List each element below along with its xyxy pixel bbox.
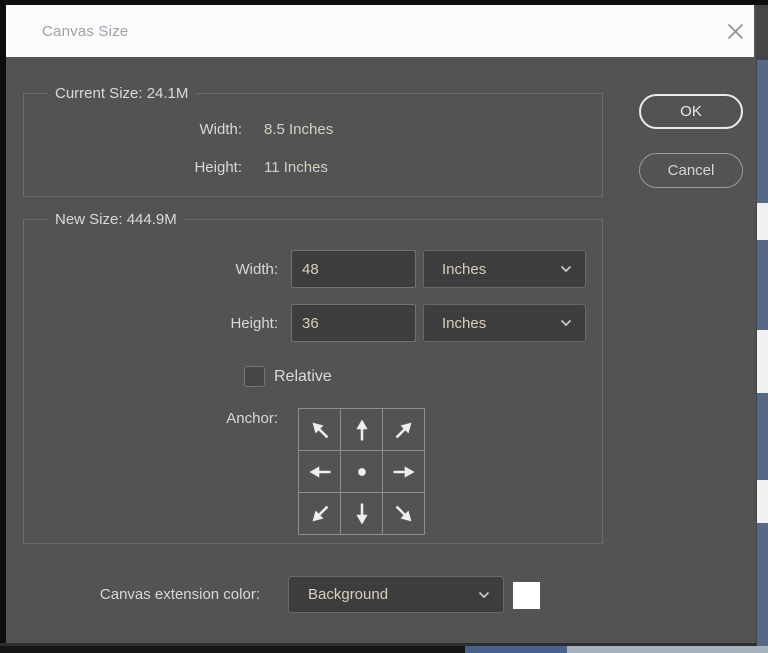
- window-frame-left: [0, 5, 6, 643]
- dialog-title: Canvas Size: [42, 23, 128, 40]
- current-width-value: 8.5 Inches: [264, 121, 333, 138]
- new-height-label: Height:: [24, 315, 278, 332]
- anchor-cell-right[interactable]: [383, 451, 425, 493]
- height-unit-select[interactable]: Inches: [423, 304, 586, 342]
- backdrop-segment: [756, 203, 768, 240]
- backdrop-segment: [756, 240, 768, 330]
- relative-label: Relative: [274, 368, 332, 386]
- background-app-bottom-strip: [0, 646, 768, 653]
- close-button[interactable]: [718, 14, 752, 48]
- arrow-left-icon: [306, 458, 334, 486]
- new-size-legend: New Size: 444.9M: [48, 211, 184, 228]
- chevron-down-icon: [560, 265, 572, 273]
- canvas-extension-color-select[interactable]: Background: [288, 576, 504, 613]
- current-size-legend: Current Size: 24.1M: [48, 85, 195, 102]
- current-width-label: Width:: [24, 121, 242, 138]
- canvas-extension-color-label: Canvas extension color:: [0, 586, 260, 603]
- height-unit-value: Inches: [442, 315, 486, 332]
- anchor-cell-down-right[interactable]: [383, 493, 425, 535]
- close-icon: [727, 23, 744, 40]
- current-height-value: 11 Inches: [264, 159, 328, 176]
- backdrop-segment: [756, 0, 768, 60]
- canvas-extension-color-value: Background: [308, 586, 388, 603]
- anchor-cell-left[interactable]: [299, 451, 341, 493]
- current-height-label: Height:: [24, 159, 242, 176]
- anchor-grid: [298, 408, 425, 535]
- background-app-sliver: [756, 0, 768, 653]
- canvas-size-dialog: Canvas Size Current Size: 24.1M Width: 8…: [0, 5, 757, 646]
- anchor-cell-up-left[interactable]: [299, 409, 341, 451]
- relative-row: Relative: [244, 366, 332, 387]
- backdrop-segment: [567, 646, 768, 653]
- new-width-input[interactable]: [291, 250, 416, 288]
- current-size-group: Current Size: 24.1M Width: 8.5 Inches He…: [23, 93, 603, 197]
- new-width-label: Width:: [24, 261, 278, 278]
- arrow-up-icon: [348, 416, 376, 444]
- arrow-down-right-icon: [384, 494, 424, 534]
- anchor-cell-up-right[interactable]: [383, 409, 425, 451]
- arrow-down-icon: [348, 500, 376, 528]
- anchor-cell-down[interactable]: [341, 493, 383, 535]
- ok-button[interactable]: OK: [639, 94, 743, 129]
- chevron-down-icon: [560, 319, 572, 327]
- backdrop-segment: [756, 60, 768, 203]
- width-unit-select[interactable]: Inches: [423, 250, 586, 288]
- window-frame-top: [0, 0, 768, 5]
- anchor-cell-up[interactable]: [341, 409, 383, 451]
- extension-color-swatch[interactable]: [513, 582, 540, 609]
- anchor-cell-down-left[interactable]: [299, 493, 341, 535]
- backdrop-segment: [756, 480, 768, 523]
- backdrop-segment: [756, 393, 768, 480]
- titlebar[interactable]: Canvas Size: [6, 5, 754, 57]
- arrow-down-left-icon: [300, 494, 340, 534]
- new-height-input[interactable]: [291, 304, 416, 342]
- backdrop-segment: [756, 330, 768, 393]
- anchor-center-dot-icon: [348, 458, 376, 486]
- backdrop-segment: [756, 523, 768, 646]
- anchor-cell-center[interactable]: [341, 451, 383, 493]
- current-height-row: Height: 11 Inches: [24, 159, 602, 176]
- chevron-down-icon: [478, 591, 490, 599]
- new-size-group: New Size: 444.9M Width: Inches Height: I…: [23, 219, 603, 544]
- cancel-button[interactable]: Cancel: [639, 153, 743, 188]
- arrow-up-right-icon: [384, 410, 424, 450]
- backdrop-segment: [0, 646, 465, 653]
- arrow-right-icon: [390, 458, 418, 486]
- current-width-row: Width: 8.5 Inches: [24, 121, 602, 138]
- width-unit-value: Inches: [442, 261, 486, 278]
- relative-checkbox[interactable]: [244, 366, 265, 387]
- anchor-label: Anchor:: [24, 410, 278, 427]
- backdrop-segment: [465, 646, 567, 653]
- arrow-up-left-icon: [300, 410, 340, 450]
